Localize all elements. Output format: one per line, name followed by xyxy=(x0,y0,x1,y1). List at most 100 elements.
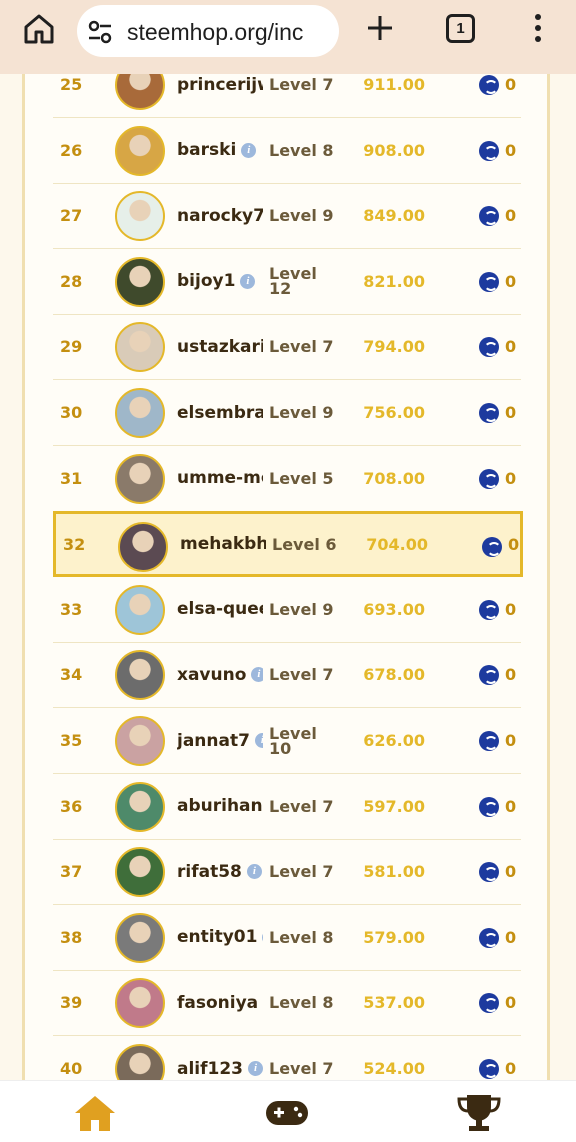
leaderboard-row[interactable]: 40 alif123 i Level 7 524.00 0 xyxy=(53,1036,521,1080)
level-label: Level 7 xyxy=(269,665,334,685)
reward-value: 0 xyxy=(505,796,517,816)
leaderboard-row[interactable]: 35 jannat7 i Level 10 626.00 0 xyxy=(53,708,521,774)
username-link[interactable]: fasoniya xyxy=(177,970,263,1035)
score-value: 794.00 xyxy=(363,337,425,357)
username-link[interactable]: jannat7 i xyxy=(177,708,263,773)
leaderboard-row[interactable]: 38 entity01i Level 8 579.00 0 xyxy=(53,905,521,971)
score-value: 908.00 xyxy=(363,140,425,160)
info-icon[interactable]: i xyxy=(240,273,256,289)
score-value: 708.00 xyxy=(363,468,425,488)
username-link[interactable]: rifat58 i xyxy=(177,839,263,904)
username-text: barski xyxy=(177,140,237,161)
info-icon[interactable]: i xyxy=(241,142,257,158)
rank-number: 36 xyxy=(60,796,83,816)
rank-number: 40 xyxy=(60,1059,83,1078)
rank-number: 32 xyxy=(63,534,86,554)
leaderboard-row[interactable]: 28 bijoy1 i Level 12 821.00 0 xyxy=(53,249,521,315)
info-icon[interactable]: i xyxy=(251,667,263,683)
username-link[interactable]: alif123 i xyxy=(177,1036,263,1080)
leaderboard-row[interactable]: 30 elsembra Level 9 756.00 0 xyxy=(53,380,521,446)
level-label: Level 7 xyxy=(269,796,334,816)
rank-number: 31 xyxy=(60,468,83,488)
score-value: 524.00 xyxy=(363,1059,425,1078)
score-value: 597.00 xyxy=(363,796,425,816)
avatar[interactable] xyxy=(115,453,165,504)
username-text: aburihan xyxy=(177,796,263,817)
username-link[interactable]: umme-mou xyxy=(177,446,263,511)
gamepad-icon[interactable] xyxy=(264,1093,310,1133)
info-icon[interactable]: i xyxy=(262,929,263,945)
username-link[interactable]: bijoy1 i xyxy=(177,249,263,314)
bottom-navigation xyxy=(0,1080,576,1142)
username-link[interactable]: aburihan xyxy=(177,774,263,839)
info-icon[interactable]: i xyxy=(248,1061,263,1076)
avatar[interactable] xyxy=(115,125,165,176)
level-label: Level 8 xyxy=(269,140,334,160)
rank-number: 29 xyxy=(60,337,83,357)
avatar[interactable] xyxy=(115,256,165,307)
steem-coin-icon xyxy=(479,927,499,948)
leaderboard-row[interactable]: 29 ustazkarim Level 7 794.00 0 xyxy=(53,314,521,381)
avatar[interactable] xyxy=(115,584,165,635)
leaderboard-row[interactable]: 26 barski i Level 8 908.00 0 xyxy=(53,118,521,184)
username-link[interactable]: elsa-queen xyxy=(177,577,263,642)
leaderboard-row[interactable]: 39 fasoniya Level 8 537.00 0 xyxy=(53,970,521,1037)
avatar[interactable] xyxy=(115,781,165,832)
leaderboard-row[interactable]: 27 narocky71 Level 9 849.00 0 xyxy=(53,183,521,250)
avatar[interactable] xyxy=(115,388,165,438)
reward-value: 0 xyxy=(505,75,517,94)
leaderboard-row-current-user[interactable]: 32 mehakbhatti Level 6 704.00 0 xyxy=(53,511,523,578)
level-label: Level 7 xyxy=(269,1059,334,1078)
avatar[interactable] xyxy=(115,74,165,110)
reward-value: 0 xyxy=(505,731,517,750)
avatar[interactable] xyxy=(115,912,165,963)
score-value: 849.00 xyxy=(363,206,425,226)
leaderboard-row[interactable]: 31 umme-mou Level 5 708.00 0 xyxy=(53,446,521,512)
reward-value: 0 xyxy=(505,599,517,619)
steem-coin-icon xyxy=(479,337,499,358)
new-tab-icon[interactable] xyxy=(364,12,396,44)
score-value: 537.00 xyxy=(363,993,425,1013)
leaderboard-row[interactable]: 33 elsa-queen Level 9 693.00 0 xyxy=(53,577,521,643)
avatar[interactable] xyxy=(115,322,165,373)
username-link[interactable]: princerijw xyxy=(177,74,263,117)
avatar[interactable] xyxy=(115,716,165,766)
leaderboard-row[interactable]: 34 xavuno i Level 7 678.00 0 xyxy=(53,642,521,709)
address-bar[interactable]: steemhop.org/inc xyxy=(77,5,339,57)
username-text: princerijw xyxy=(177,74,263,95)
username-link[interactable]: ustazkarim xyxy=(177,314,263,379)
leaderboard-row[interactable]: 37 rifat58 i Level 7 581.00 0 xyxy=(53,839,521,906)
avatar[interactable] xyxy=(115,650,165,701)
username-link[interactable]: xavuno i xyxy=(177,642,263,707)
rank-number: 30 xyxy=(60,403,83,422)
steem-coin-icon xyxy=(479,993,499,1014)
steem-coin-icon xyxy=(479,599,499,620)
username-link[interactable]: mehakbhatti xyxy=(180,514,266,574)
overflow-menu-icon[interactable] xyxy=(528,12,548,46)
avatar[interactable] xyxy=(118,522,168,573)
steem-coin-icon xyxy=(479,403,499,423)
avatar[interactable] xyxy=(115,978,165,1029)
reward-value: 0 xyxy=(508,534,520,554)
avatar[interactable] xyxy=(115,1044,165,1080)
steem-coin-icon xyxy=(479,731,499,751)
leaderboard-row[interactable]: 36 aburihan Level 7 597.00 0 xyxy=(53,774,521,840)
username-link[interactable]: elsembra xyxy=(177,380,263,445)
avatar[interactable] xyxy=(115,847,165,898)
username-link[interactable]: narocky71 xyxy=(177,183,263,248)
trophy-icon[interactable] xyxy=(456,1093,502,1133)
score-value: 821.00 xyxy=(363,271,425,291)
leaderboard-row[interactable]: 25 princerijw Level 7 911.00 0 xyxy=(53,74,521,118)
username-link[interactable]: entity01i xyxy=(177,905,263,970)
site-settings-icon[interactable] xyxy=(87,20,113,44)
info-icon[interactable]: i xyxy=(254,733,263,748)
username-link[interactable]: barski i xyxy=(177,118,263,183)
level-label: Level 9 xyxy=(269,403,334,422)
avatar[interactable] xyxy=(115,191,165,242)
home-icon[interactable] xyxy=(22,12,56,46)
rank-number: 26 xyxy=(60,140,83,160)
level-label: Level 12 xyxy=(269,264,317,299)
tab-switcher-button[interactable]: 1 xyxy=(446,14,475,43)
home-icon[interactable] xyxy=(72,1093,118,1133)
info-icon[interactable]: i xyxy=(246,864,262,880)
